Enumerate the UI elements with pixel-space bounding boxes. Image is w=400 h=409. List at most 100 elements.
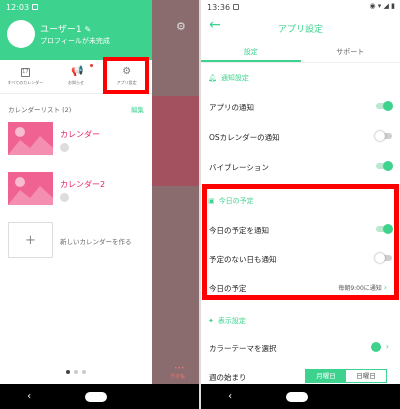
row-week-start: 週の始まり 月曜日 日曜日 (209, 369, 389, 383)
calendar-thumbnail (8, 122, 53, 155)
calendar-list-title: カレンダーリスト (2) (8, 106, 72, 114)
toggle-vibration[interactable] (376, 161, 393, 171)
option-monday[interactable]: 月曜日 (306, 370, 346, 382)
bell-icon: 🔔︎ (208, 74, 217, 82)
tab-divider (201, 62, 400, 63)
section-today: ▣ 今日の予定 (208, 196, 254, 206)
calendar-name: カレンダー2 (60, 180, 106, 189)
app-bar: ← アプリ設定 (201, 14, 400, 42)
status-time: 13:36 (207, 2, 231, 12)
pencil-icon: ✎ (84, 25, 92, 34)
toggle-os-notify[interactable] (375, 131, 392, 141)
back-icon[interactable]: ‹ (228, 391, 232, 402)
page-dot (74, 370, 78, 374)
chevron-right-icon: › (385, 342, 389, 351)
sparkle-icon: ✦ (208, 317, 214, 325)
more-dots: ••• (174, 365, 185, 372)
row-app-notify[interactable]: アプリの通知 (209, 101, 393, 113)
edit-button[interactable]: 編集 (131, 104, 144, 114)
tab-support[interactable]: サポート (301, 42, 400, 62)
status-time: 12:03 (6, 2, 30, 12)
menu-label: お知らせ (68, 80, 84, 85)
toggle-knob (375, 253, 385, 263)
row-theme[interactable]: カラーテーマを選択 › (209, 342, 389, 354)
page-dot (82, 370, 86, 374)
row-label: バイブレーション (209, 163, 269, 172)
row-today-notify[interactable]: 今日の予定を通知 (209, 224, 393, 236)
tab-settings[interactable]: 設定 (201, 42, 301, 62)
background-calendar-header (152, 96, 199, 186)
notification-icon (233, 4, 240, 10)
tab-label: 予定帳 (170, 374, 186, 380)
menu-notices[interactable]: 📢 お知らせ (51, 60, 102, 93)
add-calendar-label[interactable]: 新しいカレンダーを作る (60, 236, 132, 246)
home-pill[interactable] (286, 391, 309, 402)
megaphone-icon: 📢 (71, 66, 84, 77)
calendar-icon: 17 (20, 67, 30, 77)
system-nav-bar: ‹ (0, 384, 199, 409)
menu-label: すべてのカレンダー (7, 79, 44, 85)
tab-bar: 設定 サポート (201, 42, 400, 62)
member-avatar (60, 143, 69, 152)
home-pill[interactable] (85, 391, 108, 402)
calendar-icon: ▣ (208, 197, 215, 205)
drawer-scrim[interactable]: ⚙ ••• 予定帳 (152, 0, 199, 384)
status-bar: 13:36 ◉ ▾ ◢ ▮ (201, 0, 400, 14)
unread-dot (90, 64, 94, 67)
week-start-selector: 月曜日 日曜日 (305, 369, 387, 383)
user-subtitle: プロフィールが未完成 (40, 37, 110, 45)
calendar-list-header: カレンダーリスト (2) 編集 (8, 104, 144, 114)
highlight-box (103, 57, 149, 94)
section-display: ✦ 表示設定 (208, 316, 246, 326)
page-title: アプリ設定 (277, 25, 323, 35)
section-notify: 🔔︎ 通知設定 (208, 73, 249, 83)
section-title: 通知設定 (220, 74, 249, 82)
system-nav-bar: ‹ (201, 384, 400, 409)
toggle-knob (375, 131, 385, 141)
theme-color-swatch (371, 342, 381, 352)
section-title: 表示設定 (217, 317, 246, 325)
row-value: 毎朝9:00に通知 › (338, 283, 387, 292)
row-os-notify[interactable]: OSカレンダーの通知 (209, 131, 392, 143)
back-icon[interactable]: ‹ (27, 391, 31, 402)
page-dot (66, 370, 70, 374)
today-event-value: 毎朝9:00に通知 (338, 285, 382, 292)
row-label: 予定のない日も通知 (209, 255, 277, 264)
row-label: 週の始まり (209, 373, 247, 382)
toggle-knob (383, 224, 393, 234)
chevron-right-icon: › (383, 283, 387, 292)
calendar-thumbnail (8, 172, 53, 205)
avatar[interactable] (7, 20, 35, 48)
row-label: 今日の予定 (209, 284, 247, 293)
notification-icon (32, 4, 39, 10)
right-screen: 13:36 ◉ ▾ ◢ ▮ ← アプリ設定 設定 サポート 🔔︎ 通知設定 アプ… (201, 0, 400, 409)
calendar-item[interactable]: カレンダー (8, 122, 148, 156)
page-indicator (66, 370, 86, 374)
row-today-event[interactable]: 今日の予定 毎朝9:00に通知 › (209, 283, 389, 294)
row-no-event-notify[interactable]: 予定のない日も通知 (209, 253, 392, 265)
user-name: ユーザー1 (40, 25, 82, 35)
plus-icon: + (25, 232, 36, 248)
row-label: アプリの通知 (209, 103, 254, 112)
row-label: 今日の予定を通知 (209, 226, 269, 235)
add-calendar-button[interactable]: + (8, 222, 53, 258)
row-label: OSカレンダーの通知 (209, 133, 280, 142)
signal-icons: ◉ ▾ ◢ ▮ (369, 2, 395, 10)
gear-icon: ⚙ (176, 20, 186, 33)
drawer-header: ユーザー1 ✎ プロフィールが未完成 (0, 14, 152, 60)
menu-all-calendars[interactable]: 17 すべてのカレンダー (0, 60, 51, 93)
user-name-row[interactable]: ユーザー1 ✎ (40, 22, 91, 35)
row-label: カラーテーマを選択 (209, 344, 277, 353)
toggle-knob (383, 101, 393, 111)
left-screen: 12:03 ユーザー1 ✎ プロフィールが未完成 17 すべてのカレンダー 📢 お… (0, 0, 199, 409)
toggle-knob (383, 161, 393, 171)
row-vibration[interactable]: バイブレーション (209, 161, 393, 173)
toggle-app-notify[interactable] (376, 101, 393, 111)
toggle-no-event-notify[interactable] (375, 253, 392, 263)
toggle-today-notify[interactable] (376, 224, 393, 234)
option-sunday[interactable]: 日曜日 (346, 370, 386, 382)
member-avatar (60, 193, 69, 202)
calendar-item[interactable]: カレンダー2 (8, 172, 148, 206)
calendar-name: カレンダー (60, 130, 100, 139)
section-title: 今日の予定 (218, 197, 254, 205)
